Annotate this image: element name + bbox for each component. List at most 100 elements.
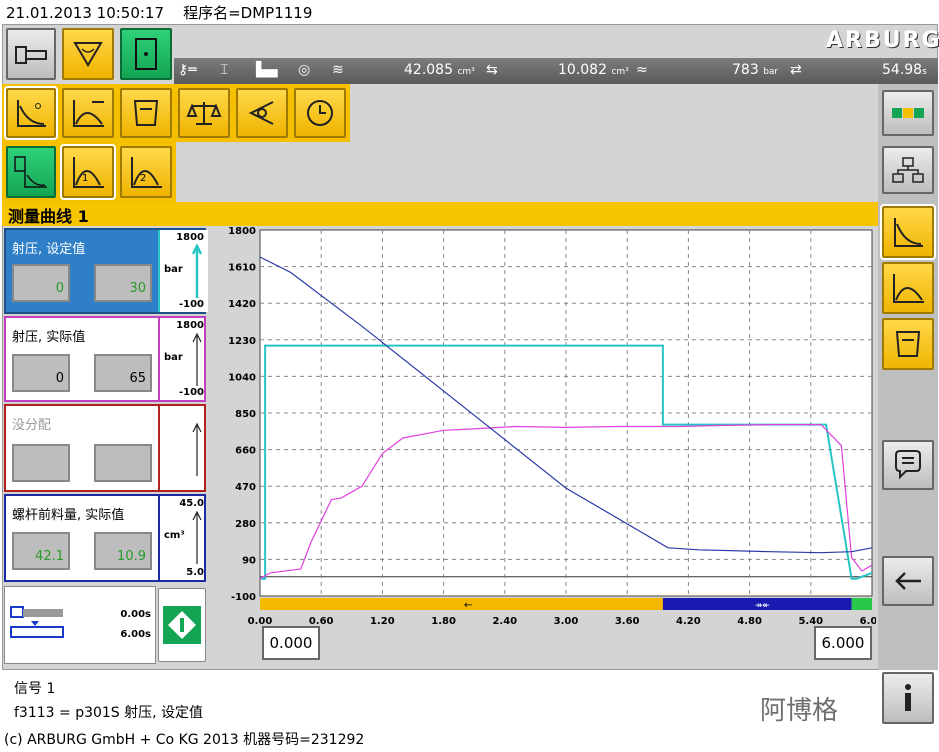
balance-button[interactable]: [178, 88, 230, 138]
pressure-icon: ≈: [636, 62, 648, 78]
curve-2-button[interactable]: 2: [120, 146, 172, 198]
door-curve-button[interactable]: [6, 146, 56, 198]
arrow-left-icon: [895, 572, 921, 590]
curve-scale-icon: [73, 100, 104, 127]
curve-plot[interactable]: 1800 1610 1420 1230 1040 850 660 470 280 90 -100 ← ↠…: [210, 226, 884, 664]
signal-value-max[interactable]: 30: [94, 264, 152, 302]
stat-pressure: 783 bar: [732, 62, 778, 78]
message-button[interactable]: [882, 440, 934, 490]
document-icon: [895, 331, 921, 357]
signal-panel-3[interactable]: 没分配: [4, 404, 206, 492]
range-end-field[interactable]: 6.000: [814, 626, 872, 660]
y-tick-label: 1040: [228, 372, 256, 383]
timing-end: 6.00s: [120, 629, 151, 640]
signal-value-min[interactable]: 0: [12, 354, 70, 392]
start-mode-button[interactable]: [120, 28, 172, 80]
arrow-left-icon: ←: [464, 600, 472, 611]
stat-volume-1-unit: cm³: [457, 67, 475, 77]
info-icon: [905, 684, 911, 711]
signal-value-max[interactable]: 10.9: [94, 532, 152, 570]
signal-description: f3113 = p301S 射压, 设定值: [14, 705, 204, 721]
clock-button[interactable]: [294, 88, 346, 138]
curve-1-button[interactable]: 1: [60, 144, 116, 200]
scale-unit: bar: [164, 264, 183, 275]
signal-label: 射压, 实际值: [12, 330, 86, 345]
right-curve-tolerance-button[interactable]: [882, 262, 934, 314]
stat-volume-2-unit: cm³: [611, 67, 629, 77]
curve-chart[interactable]: 1800 1610 1420 1230 1040 850 660 470 280 90 -100 ← ↠…: [210, 226, 884, 664]
funnel-mode-button[interactable]: [62, 28, 114, 80]
x-tick-label: 4.20: [676, 616, 701, 627]
curve-button[interactable]: [4, 86, 58, 140]
signal-scale: 1800 bar -100: [158, 318, 208, 400]
y-tick-label: 90: [242, 555, 256, 566]
phase-bar-cooling: [851, 598, 872, 610]
x-tick-label: 3.60: [615, 616, 640, 627]
scale-min: 5.0: [186, 567, 204, 578]
y-tick-label: 1800: [228, 226, 256, 237]
signal-scale: 45.0 cm³ 5.0: [158, 496, 208, 580]
arrow-up-icon: [192, 332, 202, 386]
stat-pressure-value: 783: [732, 62, 759, 78]
back-button[interactable]: [882, 556, 934, 606]
document-button[interactable]: [120, 88, 172, 138]
y-tick-label: -100: [231, 592, 256, 603]
x-tick-label: 2.40: [492, 616, 517, 627]
color-bars-icon: [892, 108, 924, 118]
color-selector-button[interactable]: [882, 90, 934, 136]
signal-panel-1[interactable]: 射压, 设定值 0 30 1800 bar -100: [4, 228, 208, 314]
watermark: 阿博格: [760, 696, 839, 726]
svg-text:1: 1: [82, 173, 88, 184]
hold-icon: ↠↞: [755, 601, 771, 611]
curve-tolerance-button[interactable]: [62, 88, 114, 138]
right-document-button[interactable]: [882, 318, 934, 370]
stat-cycle-time: 54.98s: [882, 62, 927, 78]
stat-cycle-time-unit: s: [922, 67, 927, 77]
curve-icon: [17, 100, 46, 127]
svg-text:2: 2: [140, 173, 146, 184]
signal-value-max[interactable]: 65: [94, 354, 152, 392]
datetime: 21.01.2013 10:50:17: [6, 4, 165, 22]
sync-button[interactable]: [158, 588, 206, 662]
mold-mode-button[interactable]: [6, 28, 56, 80]
mold-icon: [15, 46, 47, 64]
stat-volume-1-value: 42.085: [404, 62, 453, 78]
stat-volume-2-value: 10.082: [558, 62, 607, 78]
scale-max: 1800: [176, 232, 204, 243]
curve-2-icon: 2: [131, 157, 162, 188]
message-icon: [895, 450, 921, 480]
y-tick-label: 1230: [228, 336, 256, 347]
y-tick-label: 850: [235, 409, 256, 420]
signal-scale: 1800 bar -100: [158, 230, 208, 312]
curve-icon: [894, 218, 923, 247]
signal-value-min[interactable]: 42.1: [12, 532, 70, 570]
screen-title: 测量曲线 1: [2, 202, 878, 226]
network-button[interactable]: [882, 146, 934, 194]
scale-max: 1800: [176, 320, 204, 331]
phase-bar-injection: [260, 598, 663, 610]
signal-panel-2[interactable]: 射压, 实际值 0 65 1800 bar -100: [4, 316, 206, 402]
signal-value-max[interactable]: [94, 444, 152, 482]
range-start-field[interactable]: 0.000: [262, 626, 320, 660]
arburg-logo: ARBURG: [826, 28, 939, 53]
dosage-icon: ≋: [332, 62, 344, 78]
signal-label: 射压, 设定值: [12, 242, 86, 257]
right-curve-button[interactable]: [880, 204, 936, 260]
help-button[interactable]: [882, 672, 934, 724]
signal-value-min[interactable]: 0: [12, 264, 70, 302]
timing-start: 0.00s: [120, 609, 151, 620]
monitor-button[interactable]: [236, 88, 288, 138]
signal-scale: [158, 406, 208, 490]
diamond-icon: [163, 606, 201, 644]
key-icon: ⚷═: [178, 62, 197, 78]
network-icon: [892, 157, 924, 183]
timing-panel[interactable]: 0.00s 6.00s: [4, 586, 156, 664]
eye-icon: [248, 101, 274, 125]
signal-title: 信号 1: [14, 681, 56, 697]
signal-panel-4[interactable]: 螺杆前料量, 实际值 42.1 10.9 45.0 cm³ 5.0: [4, 494, 206, 582]
signal-value-min[interactable]: [12, 444, 70, 482]
screw-timing-icon: [10, 606, 64, 638]
arrow-up-icon: [192, 510, 202, 564]
arrow-up-icon: [192, 422, 202, 476]
clock-icon: [307, 100, 333, 126]
